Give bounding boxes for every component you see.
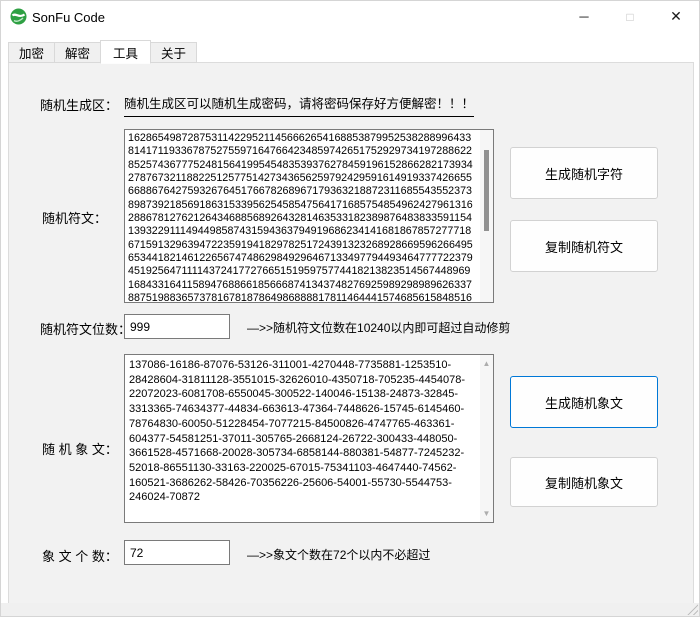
copy-glyphs-button[interactable]: 复制随机象文 <box>510 457 658 507</box>
copy-runes-button[interactable]: 复制随机符文 <box>510 220 658 272</box>
scroll-up-icon[interactable]: ▲ <box>480 357 493 370</box>
runes-scrollbar-thumb[interactable] <box>484 150 489 231</box>
maximize-button[interactable]: □ <box>607 1 653 32</box>
tab-about[interactable]: 关于 <box>150 42 197 63</box>
runes-scrollbar[interactable] <box>480 130 493 302</box>
generate-glyphs-button[interactable]: 生成随机象文 <box>510 376 658 428</box>
rune-length-input[interactable] <box>124 314 230 339</box>
resize-grip-icon[interactable] <box>687 604 698 615</box>
minimize-button[interactable]: ─ <box>561 1 607 32</box>
tab-tools[interactable]: 工具 <box>100 40 151 64</box>
runes-textarea-frame: 1628654987287531142295211456662654168853… <box>124 129 494 303</box>
tab-encrypt[interactable]: 加密 <box>8 42 55 63</box>
statusbar-strip <box>1 603 699 616</box>
glyphs-scrollbar[interactable]: ▲ ▼ <box>480 355 493 522</box>
generate-runes-button[interactable]: 生成随机字符 <box>510 147 658 199</box>
runes-label: 随机符文： <box>42 208 107 227</box>
scroll-down-icon[interactable]: ▼ <box>480 507 493 520</box>
tab-strip: 加密 解密 工具 关于 <box>8 39 196 63</box>
app-logo-icon <box>10 8 27 25</box>
runes-textarea[interactable]: 1628654987287531142295211456662654168853… <box>125 130 493 302</box>
glyph-count-label: 象 文 个 数： <box>42 546 118 565</box>
generator-notice-text: 随机生成区可以随机生成密码，请将密码保存好方便解密！！！ <box>124 93 474 117</box>
glyphs-textarea[interactable]: 137086-16186-87076-53126-311001-4270448-… <box>125 355 493 522</box>
rune-length-label: 随机符文位数： <box>40 319 131 338</box>
glyph-count-hint: —>>象文个数在72个以内不必超过 <box>247 546 430 563</box>
window-title: SonFu Code <box>32 10 105 25</box>
rune-length-hint: —>>随机符文位数在10240以内即可超过自动修剪 <box>247 319 510 336</box>
glyphs-textarea-frame: 137086-16186-87076-53126-311001-4270448-… <box>124 354 494 523</box>
tab-decrypt[interactable]: 解密 <box>54 42 101 63</box>
titlebar: SonFu Code ─ □ ✕ <box>1 1 699 33</box>
close-button[interactable]: ✕ <box>653 1 699 32</box>
generator-section-label: 随机生成区： <box>40 95 118 114</box>
tools-tab-panel: 随机生成区： 随机生成区可以随机生成密码，请将密码保存好方便解密！！！ 随机符文… <box>8 62 694 604</box>
glyph-count-input[interactable] <box>124 540 230 565</box>
glyphs-label: 随 机 象 文： <box>42 439 118 458</box>
app-window: SonFu Code ─ □ ✕ 加密 解密 工具 关于 随机生成区： 随机生成… <box>0 0 700 617</box>
